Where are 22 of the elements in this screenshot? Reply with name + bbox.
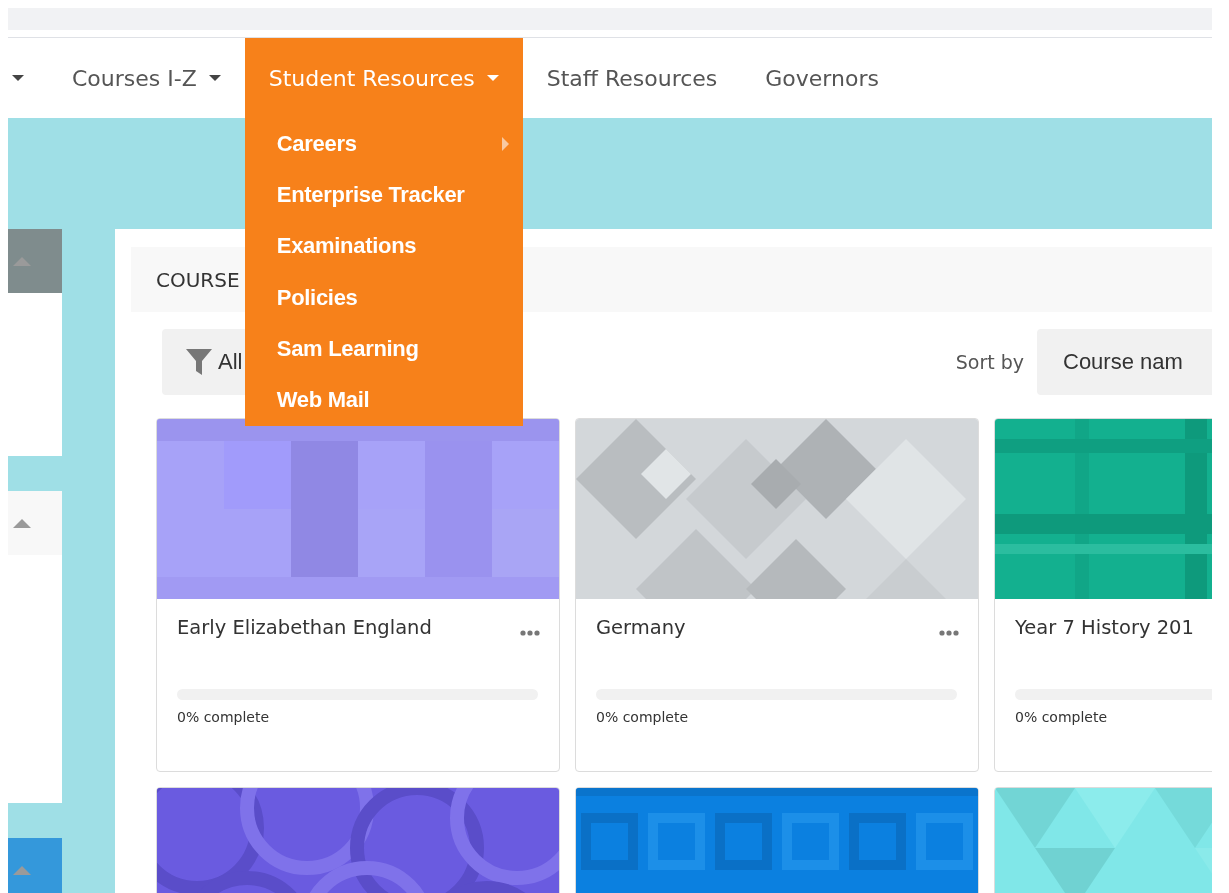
caret-up-icon [13, 865, 31, 875]
caret-up-icon [13, 256, 31, 266]
course-title[interactable]: Early Elizabethan England [177, 616, 432, 639]
progress-text: 0% complete [1015, 709, 1109, 725]
sort-label: Sort by [955, 351, 1024, 373]
section-title: COURSE [156, 267, 240, 292]
nav-menu-item[interactable]: Courses I-Z [48, 38, 245, 118]
filter-icon [186, 349, 212, 375]
ellipsis-icon[interactable] [520, 630, 540, 636]
course-card[interactable]: Germany 0% complete [575, 418, 979, 772]
sort-select[interactable]: Course nam [1037, 329, 1212, 395]
block-header[interactable] [8, 491, 62, 555]
ellipsis-icon[interactable] [939, 630, 959, 636]
course-title[interactable]: Germany [596, 616, 686, 639]
nav-menu-item[interactable]: Staff Resources [522, 38, 742, 118]
nav-menu-item[interactable]: Governors [741, 38, 903, 118]
caret-up-icon [13, 518, 31, 528]
course-card[interactable]: Year 7 History 201 0% complete [994, 418, 1212, 772]
progress-text: 0% complete [177, 709, 271, 725]
course-title[interactable]: Year 7 History 201 [1015, 616, 1194, 639]
progress-text: 0% complete [596, 709, 690, 725]
course-card[interactable]: Early Elizabethan England 0% complete [156, 418, 560, 772]
